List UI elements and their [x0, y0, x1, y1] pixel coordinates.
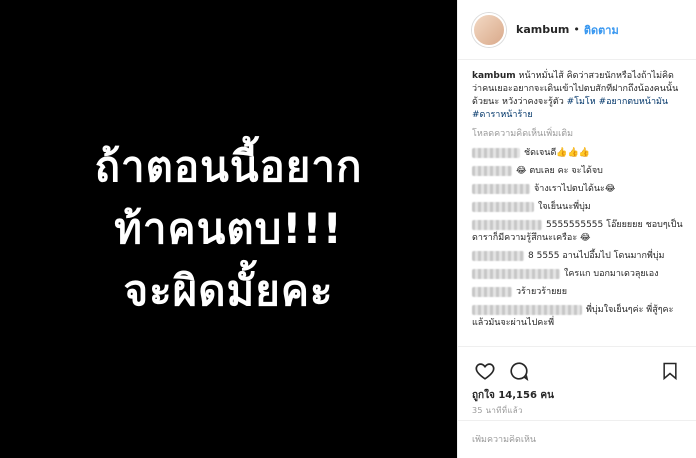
- comment-item: 8 5555 อานไปอึ้มไป โดนมากพี่บุ่ม: [472, 250, 683, 263]
- load-more-comments-button[interactable]: โหลดความคิดเห็นเพิ่มเติม: [472, 128, 683, 141]
- heart-icon[interactable]: [472, 358, 498, 384]
- post-caption: kambum หน้าหมั่นไส้ คิดว่าสวยนักหรือไงถ้…: [472, 70, 683, 122]
- comment-text: วร้ายวร้ายยย: [516, 287, 567, 297]
- comment-item: วร้ายวร้ายยย: [472, 286, 683, 299]
- separator-dot: •: [573, 23, 580, 36]
- add-comment-bar: [458, 420, 696, 458]
- blurred-username: [472, 304, 582, 315]
- blurred-username: [472, 183, 530, 194]
- comment-item: 😂 ตบเลย คะ จะได้จบ: [472, 165, 683, 178]
- comment-item: ใครแก บอกมาเดวลุยเอง: [472, 268, 683, 281]
- comment-text: จ้างเราไปตบได้นะ😂: [534, 184, 616, 194]
- add-comment-input[interactable]: [472, 434, 683, 445]
- blurred-username: [472, 268, 560, 279]
- caption-username[interactable]: kambum: [472, 71, 516, 81]
- post-header: kambum • ติดตาม: [458, 0, 696, 60]
- blurred-username: [472, 147, 520, 158]
- likes-count[interactable]: ถูกใจ 14,156 คน: [472, 388, 554, 403]
- blurred-username: [472, 286, 512, 297]
- blurred-username: [472, 219, 542, 230]
- post-image[interactable]: ถ้าตอนนี้อยาก ท้าคนตบ!!! จะผิดมั้ยคะ: [0, 0, 457, 458]
- hashtag-link[interactable]: #ดาราหน้าร้าย: [472, 110, 533, 120]
- action-bar: [458, 346, 696, 386]
- hashtag-link[interactable]: #โมโห: [567, 97, 596, 107]
- comment-text: ใครแก บอกมาเดวลุยเอง: [564, 269, 659, 279]
- comment-text: ชัดเจนดี👍👍👍: [524, 148, 590, 158]
- post-timestamp[interactable]: 35 นาทีที่แล้ว: [472, 404, 523, 417]
- comment-text: 😂 ตบเลย คะ จะได้จบ: [516, 166, 603, 176]
- comment-list[interactable]: kambum หน้าหมั่นไส้ คิดว่าสวยนักหรือไงถ้…: [458, 64, 696, 346]
- follow-button[interactable]: ติดตาม: [584, 21, 619, 39]
- header-username[interactable]: kambum: [516, 23, 569, 36]
- comment-item: พี่บุ่มใจเย็นๆค่ะ พี่สู้ๆคะแล้วมันจะผ่าน…: [472, 304, 683, 330]
- blurred-username: [472, 250, 524, 261]
- comment-text: ใจเย็นนะพี่บุ่ม: [538, 202, 591, 212]
- post-text-line: ท้าคนตบ!!!: [114, 204, 343, 253]
- comment-text: 8 5555 อานไปอึ้มไป โดนมากพี่บุ่ม: [528, 251, 665, 261]
- post-sidebar: kambum • ติดตาม kambum หน้าหมั่นไส้ คิดว…: [457, 0, 696, 458]
- comment-item: ชัดเจนดี👍👍👍: [472, 147, 683, 160]
- hashtag-link[interactable]: #อยากตบหน้ามัน: [599, 97, 669, 107]
- comment-icon[interactable]: [506, 358, 532, 384]
- bookmark-icon[interactable]: [657, 358, 683, 384]
- comment-item: ใจเย็นนะพี่บุ่ม: [472, 201, 683, 214]
- comment-item: 5555555555 โอ๊ยยยยย ชอบๆเป็นดาราก็มีความ…: [472, 219, 683, 245]
- comment-item: จ้างเราไปตบได้นะ😂: [472, 183, 683, 196]
- post-text-line: จะผิดมั้ยคะ: [123, 266, 334, 315]
- avatar[interactable]: [472, 12, 506, 47]
- blurred-username: [472, 165, 512, 176]
- post-text-line: ถ้าตอนนี้อยาก: [94, 142, 363, 191]
- blurred-username: [472, 201, 534, 212]
